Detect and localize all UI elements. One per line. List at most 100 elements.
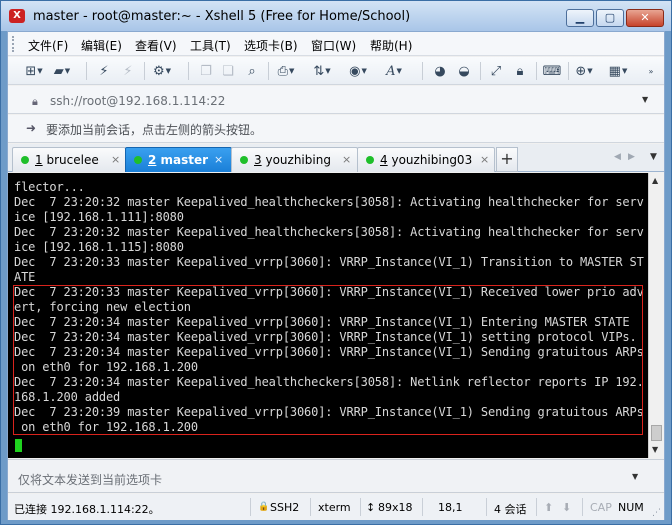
terminal-line: ice [192.168.1.111]:8080 [14,210,184,224]
add-session-arrow-icon[interactable]: ➜ [26,121,36,135]
session-status-icon [134,156,142,164]
hint-text: 要添加当前会话，点击左侧的箭头按钮。 [46,123,263,137]
paste-icon[interactable]: ❏ [218,62,238,80]
tab-list-icon[interactable]: ▼ [650,152,657,162]
window-title: master - root@master:~ - Xshell 5 (Free … [33,9,411,24]
scroll-down-icon[interactable]: ▼ [652,445,658,454]
compose-input[interactable]: 仅将文本发送到当前选项卡 [18,471,162,488]
terminal-line: ATE [14,270,36,284]
xshell-app-icon[interactable]: X [9,9,25,23]
print-icon[interactable]: ⎙ ▼ [276,62,296,80]
menu-edit[interactable]: 编辑(E) [81,37,122,54]
xftp-icon[interactable]: ◒ [454,62,474,80]
open-folder-icon[interactable]: ▰ ▼ [52,62,72,80]
status-size: 89x18 [378,501,413,514]
menu-bar: 文件(F) 编辑(E) 查看(V) 工具(T) 选项卡(B) 窗口(W) 帮助(… [8,32,664,56]
toolbar-separator [188,62,189,80]
toolbar-overflow-icon[interactable]: » [644,62,658,80]
new-session-icon[interactable]: ⊞ ▼ [24,62,44,80]
terminal-scrollbar[interactable]: ▲ ▼ [648,173,664,458]
terminal-line: ice [192.168.1.115]:8080 [14,240,184,254]
close-button[interactable]: ✕ [626,9,664,27]
menubar-grip[interactable] [12,36,15,52]
find-icon[interactable]: ⌕ [242,62,262,80]
tab-label: 2 master [148,153,209,167]
minimize-button[interactable]: ▁ [566,9,594,27]
lock-icon[interactable]: 🔒︎ [510,62,530,80]
status-size-icon: ↕ [366,501,376,514]
terminal-area[interactable]: flector... Dec 7 23:20:32 master Keepaliv… [8,173,648,458]
tab-label: 1 brucelee [35,153,99,167]
menu-view[interactable]: 查看(V) [135,37,177,54]
status-separator [422,498,423,516]
menu-tabs[interactable]: 选项卡(B) [244,37,298,54]
status-separator [536,498,537,516]
status-separator [486,498,487,516]
tab-close-icon[interactable]: × [342,153,351,166]
tab-master[interactable]: 2 master × [125,147,232,172]
transfer-icon[interactable]: ⇅ ▼ [312,62,332,80]
status-arrow-up-icon[interactable]: ⬆ [544,501,553,514]
address-field[interactable]: 🔒︎ ssh://root@192.168.1.114:22 ▼ [14,90,652,110]
status-connection: 已连接 192.168.1.114:22。 [14,503,160,516]
maximize-button[interactable]: ▢ [596,9,624,27]
connect-icon[interactable]: ⚡ [94,62,114,80]
tab-youzhibing[interactable]: 3 youzhibing × [231,147,358,172]
globe-icon[interactable]: ◉ ▼ [348,62,368,80]
tab-close-icon[interactable]: × [111,153,120,166]
compose-dropdown-icon[interactable]: ▼ [632,472,638,481]
xshell-window: X master - root@master:~ - Xshell 5 (Fre… [0,0,672,525]
address-value[interactable]: ssh://root@192.168.1.114:22 [50,94,225,108]
terminal-line: Dec 7 23:20:33 master Keepalived_vrrp[30… [14,255,644,269]
compose-bar[interactable]: 仅将文本发送到当前选项卡 ▼ [8,459,664,493]
tab-prev-icon[interactable]: ◀ [614,152,621,162]
session-status-icon [21,156,29,164]
status-lock-icon: 🔒 [258,502,270,512]
toolbar-separator [268,62,269,80]
toolbar: ⊞ ▼ ▰ ▼ ⚡ ⚡ ⚙ ▼ ❐ ❏ ⌕ ⎙ ▼ ⇅ ▼ ◉ ▼ A ▼ ◕ ◒ ⤢ 🔒︎ … [8,57,664,85]
toolbar-separator [144,62,145,80]
address-dropdown-icon[interactable]: ▼ [642,95,648,104]
menu-help[interactable]: 帮助(H) [370,37,412,54]
menu-window[interactable]: 窗口(W) [311,37,356,54]
status-separator [250,498,251,516]
compose-icon[interactable]: ◕ [430,62,450,80]
highlight-box [13,285,643,435]
tab-youzhibing03[interactable]: 4 youzhibing03 × [357,147,495,172]
layout-icon[interactable]: ▦ ▼ [608,62,628,80]
status-caps: CAP [590,501,612,514]
session-status-icon [240,156,248,164]
tab-close-icon[interactable]: × [480,153,489,166]
tab-label: 3 youzhibing [254,153,331,167]
status-separator [310,498,311,516]
menu-tools[interactable]: 工具(T) [190,37,231,54]
status-num: NUM [618,501,644,514]
status-separator [360,498,361,516]
tab-close-icon[interactable]: × [214,153,223,166]
new-tab-icon[interactable]: ⊕ ▼ [574,62,594,80]
status-arrow-down-icon[interactable]: ⬇ [562,501,571,514]
scroll-thumb[interactable] [651,425,662,441]
tab-brucelee[interactable]: 1 brucelee × [12,147,126,172]
tab-label: 4 youzhibing03 [380,153,473,167]
keyboard-icon[interactable]: ⌨ [542,62,562,80]
disconnect-icon[interactable]: ⚡ [118,62,138,80]
resize-grip-icon[interactable]: ⋰ [652,508,661,518]
font-icon[interactable]: A ▼ [384,62,404,80]
fullscreen-icon[interactable]: ⤢ [486,62,506,80]
scroll-up-icon[interactable]: ▲ [652,176,658,185]
terminal-line: Dec 7 23:20:32 master Keepalived_healthc… [14,195,644,209]
add-tab-button[interactable]: + [496,147,518,172]
toolbar-separator [536,62,537,80]
tab-next-icon[interactable]: ▶ [628,152,635,162]
title-bar[interactable]: X master - root@master:~ - Xshell 5 (Fre… [1,1,671,31]
toolbar-separator [568,62,569,80]
menu-file[interactable]: 文件(F) [28,37,68,54]
status-separator [582,498,583,516]
status-cursor-position: 18,1 [438,501,463,514]
status-sessions: 4 会话 [494,503,527,516]
tab-bar: 1 brucelee × 2 master × 3 youzhibing × 4… [8,144,664,172]
hint-bar: ➜ 要添加当前会话，点击左侧的箭头按钮。 [8,115,664,143]
session-properties-icon[interactable]: ⚙ ▼ [152,62,172,80]
copy-icon[interactable]: ❐ [196,62,216,80]
